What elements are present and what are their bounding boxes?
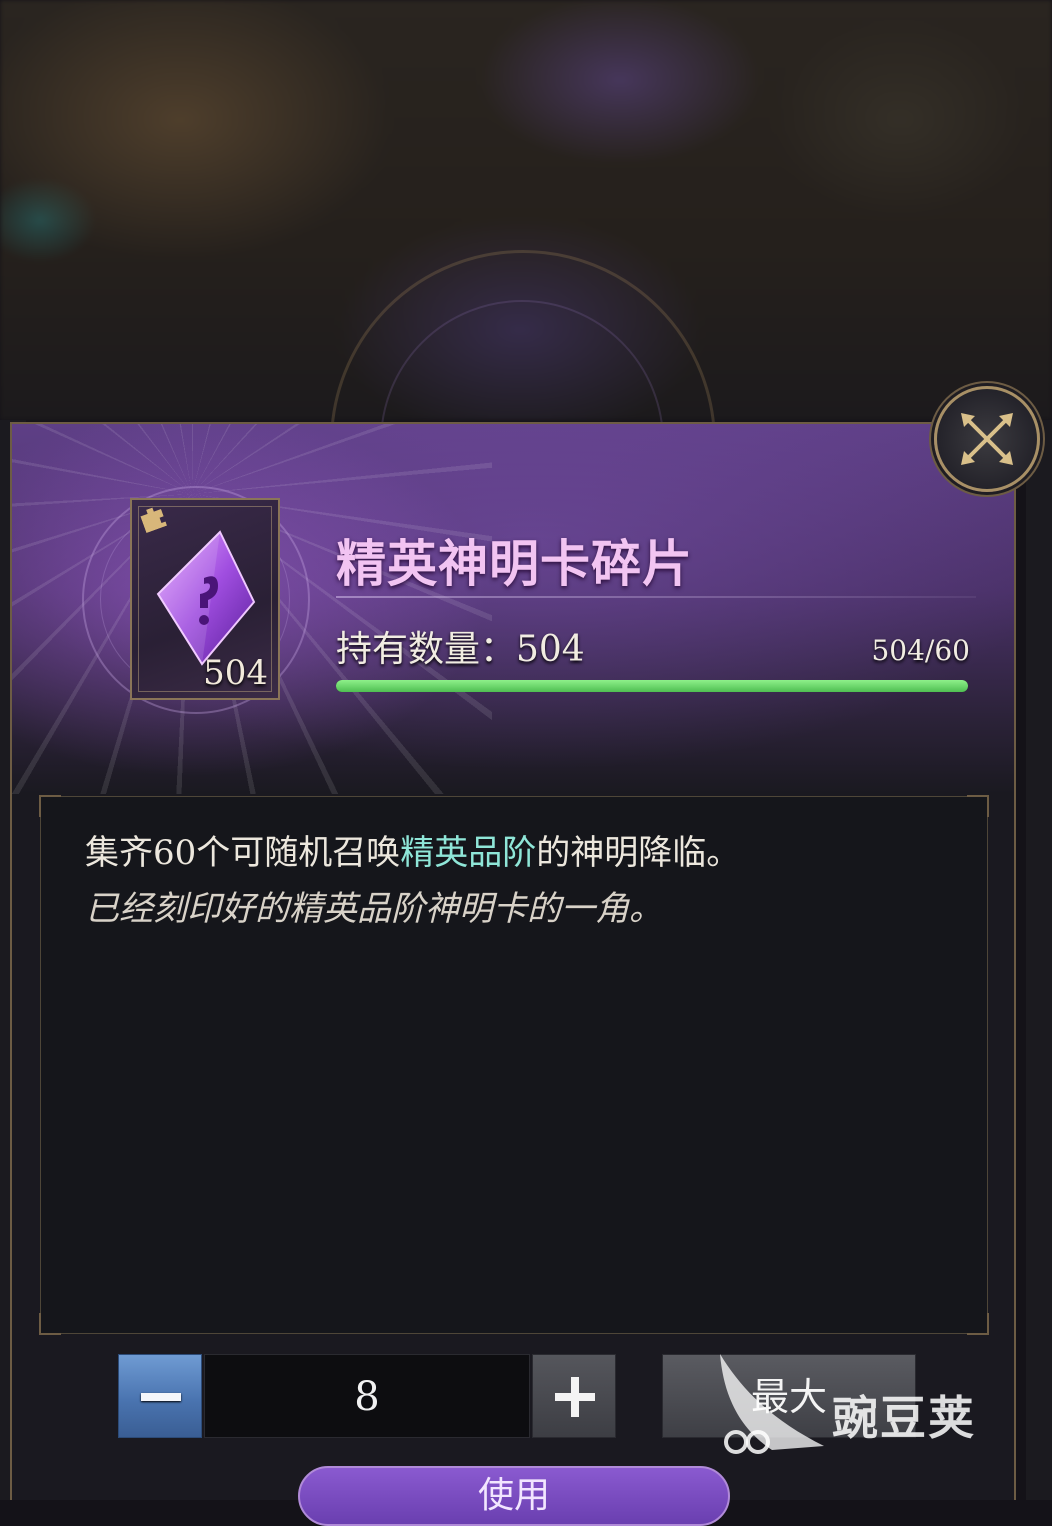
card-count: 504 (203, 653, 268, 693)
use-button[interactable]: 使用 (298, 1466, 730, 1526)
quantity-input[interactable]: 8 (204, 1354, 530, 1438)
minus-icon (141, 1393, 181, 1401)
increase-button[interactable] (532, 1354, 616, 1438)
decrease-button[interactable] (118, 1354, 202, 1438)
title-divider (336, 596, 976, 598)
description-box: 集齐60个可随机召唤精英品阶的神明降临。 已经刻印好的精英品阶神明卡的一角。 (39, 795, 989, 1335)
item-card: 504 (130, 498, 280, 700)
description-line-1: 集齐60个可随机召唤精英品阶的神明降临。 (85, 833, 741, 873)
crystal-icon (156, 530, 256, 666)
description-line-2: 已经刻印好的精英品阶神明卡的一角。 (85, 889, 663, 929)
item-name: 精英神明卡碎片 (336, 534, 693, 593)
right-side-strip (1026, 420, 1052, 1500)
progress-bar (336, 680, 968, 692)
watermark: 豌豆荚 (712, 1350, 1022, 1460)
panel-header: 504 精英神明卡碎片 持有数量：504 504/60 (12, 424, 1014, 794)
close-icon (961, 413, 1013, 465)
owned-quantity: 持有数量：504 (336, 629, 585, 670)
item-detail-panel: 504 精英神明卡碎片 持有数量：504 504/60 集齐60个可随机召唤精英… (10, 422, 1016, 1526)
watermark-text: 豌豆荚 (832, 1391, 976, 1445)
progress-text: 504/60 (871, 634, 970, 667)
watermark-logo-icon (720, 1354, 824, 1454)
panel-corner-ornament (12, 424, 37, 449)
quality-highlight: 精英品阶 (400, 833, 537, 873)
close-button[interactable] (934, 386, 1040, 492)
progress-bar-fill (336, 680, 968, 692)
